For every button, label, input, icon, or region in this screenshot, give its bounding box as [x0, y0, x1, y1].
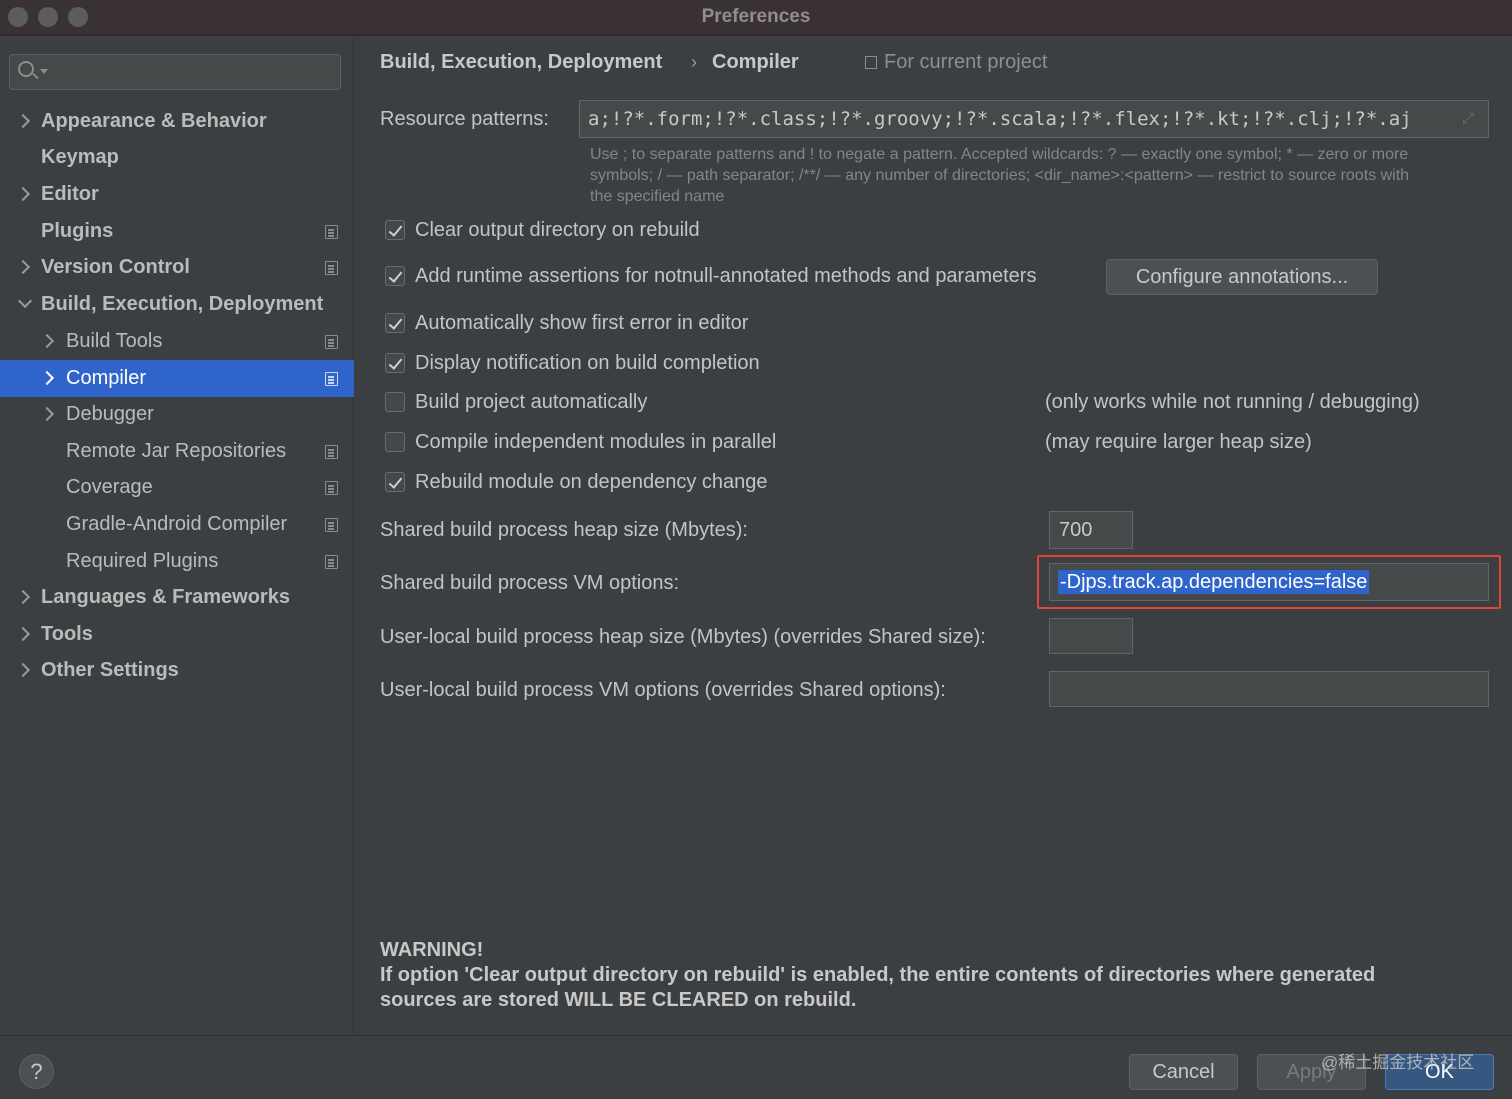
settings-sidebar: Appearance & Behavior Keymap Editor Plug… — [0, 38, 354, 1035]
cancel-button[interactable]: Cancel — [1129, 1054, 1238, 1090]
settings-search-input[interactable] — [9, 54, 341, 90]
sidebar-item-build-tools[interactable]: Build Tools — [0, 323, 354, 360]
chevron-right-icon[interactable] — [15, 662, 31, 678]
sidebar-item-other-settings[interactable]: Other Settings — [0, 652, 354, 689]
breadcrumb-current: Compiler — [712, 51, 799, 73]
compile-parallel-label[interactable]: Compile independent modules in parallel — [415, 431, 776, 454]
shared-heap-label: Shared build process heap size (Mbytes): — [380, 519, 748, 541]
watermark: @稀土掘金技术社区 — [1321, 1053, 1475, 1072]
resource-patterns-input[interactable]: a;!?*.form;!?*.class;!?*.groovy;!?*.scal… — [579, 100, 1489, 138]
project-settings-icon — [325, 335, 338, 349]
user-vm-options-input[interactable] — [1049, 671, 1489, 707]
sidebar-item-gradle-android-compiler[interactable]: Gradle-Android Compiler — [0, 506, 354, 543]
title-bar: Preferences — [0, 0, 1512, 36]
project-settings-icon — [325, 372, 338, 386]
chevron-right-icon[interactable] — [15, 259, 31, 275]
sidebar-item-appearance-behavior[interactable]: Appearance & Behavior — [0, 103, 354, 140]
build-notification-label[interactable]: Display notification on build completion — [415, 352, 760, 375]
clear-output-checkbox[interactable] — [385, 220, 405, 240]
scope-label: For current project — [865, 51, 1047, 74]
sidebar-item-required-plugins[interactable]: Required Plugins — [0, 543, 354, 580]
configure-annotations-button[interactable]: Configure annotations... — [1106, 259, 1378, 295]
clear-output-warning: WARNING! If option 'Clear output directo… — [380, 939, 1376, 1011]
chevron-right-icon[interactable] — [39, 406, 55, 422]
runtime-assertions-label[interactable]: Add runtime assertions for notnull-annot… — [415, 265, 1036, 288]
sidebar-item-compiler[interactable]: Compiler — [0, 360, 354, 397]
build-automatically-checkbox[interactable] — [385, 392, 405, 412]
clear-output-label[interactable]: Clear output directory on rebuild — [415, 219, 700, 242]
build-automatically-label[interactable]: Build project automatically — [415, 391, 647, 414]
dialog-footer: ? Cancel Apply OK @稀土掘金技术社区 — [0, 1035, 1512, 1099]
project-settings-icon — [325, 481, 338, 495]
user-vm-options-label: User-local build process VM options (ove… — [380, 679, 946, 701]
project-settings-icon — [325, 555, 338, 569]
show-first-error-checkbox[interactable] — [385, 313, 405, 333]
chevron-right-icon[interactable] — [15, 589, 31, 605]
rebuild-module-checkbox[interactable] — [385, 472, 405, 492]
rebuild-module-label[interactable]: Rebuild module on dependency change — [415, 471, 768, 494]
sidebar-item-build-execution-deployment[interactable]: Build, Execution, Deployment — [0, 286, 354, 323]
build-notification-checkbox[interactable] — [385, 353, 405, 373]
chevron-right-icon[interactable] — [15, 186, 31, 202]
resource-patterns-hint: Use ; to separate patterns and ! to nega… — [590, 146, 1410, 205]
sidebar-item-debugger[interactable]: Debugger — [0, 396, 354, 433]
chevron-right-icon[interactable] — [15, 113, 31, 129]
shared-vm-options-input[interactable]: -Djps.track.ap.dependencies=false — [1049, 563, 1489, 601]
sidebar-item-keymap[interactable]: Keymap — [0, 139, 354, 176]
user-heap-input[interactable] — [1049, 618, 1133, 654]
sidebar-item-plugins[interactable]: Plugins — [0, 213, 354, 250]
build-automatically-note: (only works while not running / debuggin… — [1045, 391, 1420, 413]
chevron-right-icon[interactable] — [15, 626, 31, 642]
shared-vm-options-label: Shared build process VM options: — [380, 572, 680, 594]
runtime-assertions-checkbox[interactable] — [385, 266, 405, 286]
sidebar-item-languages-frameworks[interactable]: Languages & Frameworks — [0, 579, 354, 616]
compile-parallel-checkbox[interactable] — [385, 432, 405, 452]
user-heap-label: User-local build process heap size (Mbyt… — [380, 626, 986, 648]
breadcrumb-parent[interactable]: Build, Execution, Deployment — [380, 51, 662, 74]
search-icon — [18, 61, 34, 77]
sidebar-item-tools[interactable]: Tools — [0, 616, 354, 653]
project-settings-icon — [325, 518, 338, 532]
show-first-error-label[interactable]: Automatically show first error in editor — [415, 312, 748, 335]
chevron-down-icon[interactable] — [17, 293, 33, 309]
shared-heap-input[interactable]: 700 — [1049, 511, 1133, 549]
sidebar-item-remote-jar-repositories[interactable]: Remote Jar Repositories — [0, 433, 354, 470]
project-settings-icon — [325, 225, 338, 239]
project-settings-icon — [325, 261, 338, 275]
sidebar-item-coverage[interactable]: Coverage — [0, 469, 354, 506]
chevron-right-icon[interactable] — [39, 333, 55, 349]
resource-patterns-label: Resource patterns: — [380, 108, 549, 130]
project-settings-icon — [325, 445, 338, 459]
project-settings-icon — [865, 56, 877, 69]
sidebar-item-editor[interactable]: Editor — [0, 176, 354, 213]
help-button[interactable]: ? — [19, 1054, 54, 1089]
sidebar-item-version-control[interactable]: Version Control — [0, 249, 354, 286]
search-history-dropdown-icon[interactable] — [40, 69, 48, 74]
compile-parallel-note: (may require larger heap size) — [1045, 431, 1312, 453]
expand-icon[interactable]: ⤢ — [1462, 111, 1478, 127]
chevron-right-icon[interactable] — [39, 370, 55, 386]
breadcrumb-separator-icon: › — [691, 52, 697, 72]
window-title: Preferences — [701, 6, 811, 27]
compiler-settings-panel: Build, Execution, Deployment › Compiler … — [355, 38, 1512, 1035]
